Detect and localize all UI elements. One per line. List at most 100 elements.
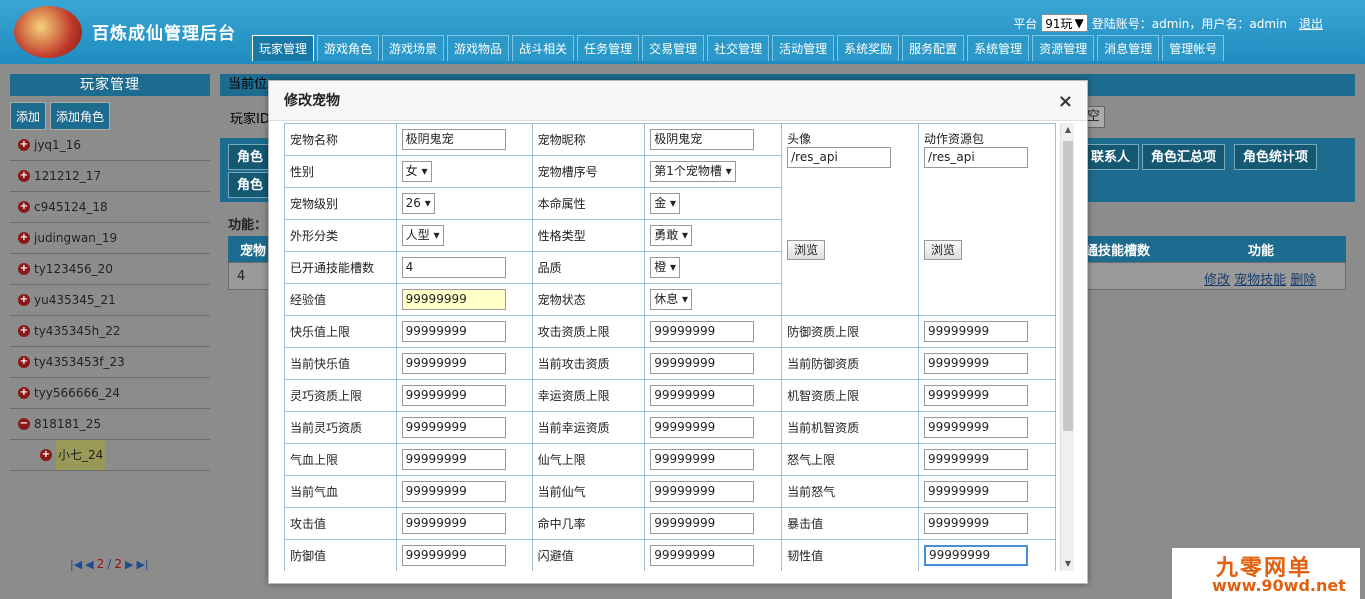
stat-input[interactable]: 99999999 (924, 545, 1029, 566)
list-item[interactable]: + ty435345h_22 (10, 316, 210, 347)
stat-input[interactable]: 99999999 (650, 513, 755, 534)
avatar-browse-button[interactable]: 浏览 (787, 240, 826, 260)
nav-tab[interactable]: 游戏角色 (317, 35, 380, 61)
stat-input[interactable]: 99999999 (924, 513, 1029, 534)
stat-input[interactable]: 99999999 (650, 449, 755, 470)
expand-icon[interactable]: + (18, 387, 30, 399)
nav-tab[interactable]: 社交管理 (707, 35, 770, 61)
anim-input[interactable]: /res_api (924, 147, 1029, 168)
expand-icon[interactable]: + (18, 294, 30, 306)
nav-tab[interactable]: 游戏场景 (382, 35, 445, 61)
char-select[interactable]: 勇敢 ▾ (650, 225, 693, 246)
stat-input[interactable]: 99999999 (924, 449, 1029, 470)
first-page-icon[interactable]: |◀ (70, 558, 82, 571)
logout-link[interactable]: 退出 (1299, 15, 1323, 32)
modal-scrollbar[interactable]: ▲ ▼ (1060, 123, 1074, 571)
nav-tab[interactable]: 任务管理 (577, 35, 640, 61)
stat-input[interactable]: 99999999 (924, 385, 1029, 406)
list-item[interactable]: + ty123456_20 (10, 254, 210, 285)
list-item[interactable]: + tyy566666_24 (10, 378, 210, 409)
tab-contacts[interactable]: 联系人 (1082, 144, 1140, 170)
nav-tab[interactable]: 战斗相关 (512, 35, 575, 61)
edit-link[interactable]: 修改 (1204, 273, 1230, 288)
platform-select[interactable]: 91玩 ▼ (1041, 14, 1088, 32)
next-page-icon[interactable]: ▶ (125, 558, 133, 571)
expand-icon[interactable]: + (40, 449, 52, 461)
list-sub-item[interactable]: + 小七_24 (10, 440, 210, 471)
list-item[interactable]: + ty4353453f_23 (10, 347, 210, 378)
level-select[interactable]: 26 ▾ (401, 193, 435, 214)
list-item[interactable]: −818181_25 (10, 409, 210, 440)
last-page-icon[interactable]: ▶| (136, 558, 148, 571)
nav-tab[interactable]: 玩家管理 (252, 35, 315, 61)
nav-tab[interactable]: 交易管理 (642, 35, 705, 61)
add-role-button[interactable]: 添加角色 (50, 102, 111, 130)
stat-input[interactable]: 99999999 (924, 353, 1029, 374)
list-item[interactable]: + jyq1_16 (10, 130, 210, 161)
delete-link[interactable]: 删除 (1290, 273, 1316, 288)
pet-form: 宠物名称 极阴鬼宠 宠物昵称 极阴鬼宠 头像 /res_api 浏览 动作资源包… (284, 123, 1056, 571)
expand-icon[interactable]: + (18, 325, 30, 337)
stat-input[interactable]: 99999999 (924, 321, 1029, 342)
anim-browse-button[interactable]: 浏览 (924, 240, 963, 260)
tab-role-stats[interactable]: 角色统计项 (1234, 144, 1318, 170)
nav-tab[interactable]: 游戏物品 (447, 35, 510, 61)
skill-slots-input[interactable]: 4 (401, 257, 506, 278)
scroll-down-icon[interactable]: ▼ (1061, 557, 1074, 571)
expand-icon[interactable]: + (18, 201, 30, 213)
expand-icon[interactable]: + (18, 263, 30, 275)
add-button[interactable]: 添加 (10, 102, 47, 130)
nav-tab[interactable]: 活动管理 (772, 35, 835, 61)
scroll-up-icon[interactable]: ▲ (1061, 123, 1074, 137)
state-select[interactable]: 休息 ▾ (650, 289, 693, 310)
field-label: 性格类型 (531, 219, 646, 252)
stat-input[interactable]: 99999999 (650, 385, 755, 406)
stat-input[interactable]: 99999999 (650, 545, 755, 566)
expand-icon[interactable]: + (18, 356, 30, 368)
nav-tab[interactable]: 系统管理 (967, 35, 1030, 61)
stat-input[interactable]: 99999999 (650, 321, 755, 342)
avatar-input[interactable]: /res_api (787, 147, 892, 168)
stat-input[interactable]: 99999999 (401, 513, 506, 534)
expand-icon[interactable]: + (18, 139, 30, 151)
quality-select[interactable]: 橙 ▾ (650, 257, 681, 278)
stat-input[interactable]: 99999999 (401, 449, 506, 470)
stat-input[interactable]: 99999999 (401, 385, 506, 406)
prev-page-icon[interactable]: ◀ (85, 558, 93, 571)
collapse-icon[interactable]: − (18, 418, 30, 430)
nav-tab[interactable]: 消息管理 (1097, 35, 1160, 61)
expand-icon[interactable]: + (18, 232, 30, 244)
pet-skill-link[interactable]: 宠物技能 (1234, 273, 1286, 288)
tab-role-summary[interactable]: 角色汇总项 (1142, 144, 1226, 170)
stat-input[interactable]: 99999999 (924, 481, 1029, 502)
stat-input[interactable]: 99999999 (650, 417, 755, 438)
stat-input[interactable]: 99999999 (401, 353, 506, 374)
scroll-thumb[interactable] (1063, 141, 1073, 431)
pet-nick-input[interactable]: 极阴鬼宠 (650, 129, 755, 150)
nav-tab[interactable]: 服务配置 (902, 35, 965, 61)
close-icon[interactable]: × (1058, 91, 1073, 112)
stat-input[interactable]: 99999999 (650, 481, 755, 502)
sex-select[interactable]: 女 ▾ (401, 161, 432, 182)
stat-input[interactable]: 99999999 (401, 321, 506, 342)
nav-tab[interactable]: 管理帐号 (1162, 35, 1225, 61)
stat-input[interactable]: 99999999 (401, 545, 506, 566)
stat-input[interactable]: 99999999 (401, 417, 506, 438)
exp-input[interactable]: 99999999 (401, 289, 506, 310)
tab-role-2[interactable]: 角色 (228, 172, 273, 198)
shape-select[interactable]: 人型 ▾ (401, 225, 444, 246)
stat-input[interactable]: 99999999 (401, 481, 506, 502)
list-item[interactable]: + yu435345_21 (10, 285, 210, 316)
stat-input[interactable]: 99999999 (650, 353, 755, 374)
nav-tab[interactable]: 系统奖励 (837, 35, 900, 61)
list-item[interactable]: +121212_17 (10, 161, 210, 192)
tab-role-1[interactable]: 角色 (228, 144, 273, 170)
list-item[interactable]: + c945124_18 (10, 192, 210, 223)
pet-name-input[interactable]: 极阴鬼宠 (401, 129, 506, 150)
nav-tab[interactable]: 资源管理 (1032, 35, 1095, 61)
element-select[interactable]: 金 ▾ (650, 193, 681, 214)
slot-select[interactable]: 第1个宠物槽 ▾ (650, 161, 736, 182)
list-item[interactable]: + judingwan_19 (10, 223, 210, 254)
stat-input[interactable]: 99999999 (924, 417, 1029, 438)
expand-icon[interactable]: + (18, 170, 30, 182)
